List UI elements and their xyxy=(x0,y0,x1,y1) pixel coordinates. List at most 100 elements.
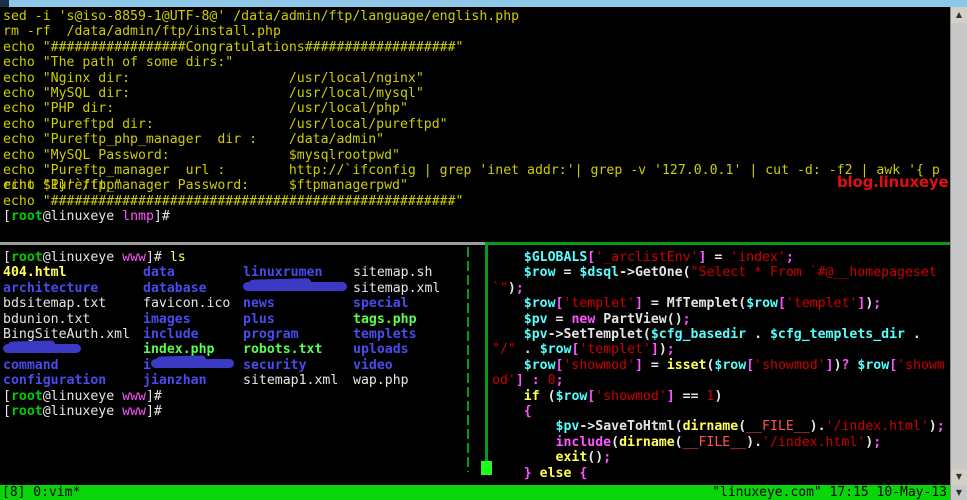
redacted-filename xyxy=(243,281,347,296)
code-bracket: { xyxy=(523,404,532,420)
vim-cursor xyxy=(481,461,492,475)
prompt-close: ]# xyxy=(145,388,162,404)
scroll-down-arrow-icon-corner[interactable]: ▼ xyxy=(950,485,967,500)
file-listing-row: architecture database sitemap.xml xyxy=(3,281,483,296)
redaction-scribble xyxy=(150,359,234,369)
file-name-text: favicon.ico xyxy=(143,296,231,312)
file-listing: 404.html data linuxrumen sitemap.sh architec… xyxy=(3,265,483,388)
file-name: data xyxy=(143,265,175,280)
prompt-host: linuxeye xyxy=(50,209,115,225)
terminal-window: sed -i 's@iso-8859-1@UTF-8@' /data/admin… xyxy=(0,0,967,500)
code-paren: ) xyxy=(507,280,516,296)
code-keyword: dirname xyxy=(682,419,739,435)
file-name-text: plus xyxy=(243,311,275,327)
shell-prompt-www-1: [root@linuxeye www]# ls xyxy=(3,250,483,265)
pane-bottom-left-shell[interactable]: [root@linuxeye www]# ls 404.html data linu… xyxy=(0,250,483,472)
code-function: SetTemplet xyxy=(563,327,643,343)
code-bracket: ] xyxy=(825,357,834,373)
scroll-up-arrow-icon[interactable]: ▲ xyxy=(951,7,967,23)
window-menu-icon[interactable] xyxy=(0,0,9,7)
shell-line: rm -rf /data/admin/ftp/install.php xyxy=(3,24,281,40)
code-function: GetOne xyxy=(634,265,683,281)
code-variable: $cfg_basedir xyxy=(650,327,747,343)
code-operator: ; xyxy=(873,434,882,450)
code-paren: ( xyxy=(738,419,747,435)
prompt-host: linuxeye xyxy=(50,388,115,404)
code-operator: -> xyxy=(579,419,596,435)
scroll-down-arrow-icon[interactable]: ▼ xyxy=(951,469,967,485)
code-keyword: isset xyxy=(666,357,707,373)
code-string: 'showmod' xyxy=(563,357,635,373)
code-keyword: include xyxy=(555,434,612,450)
code-paren: ) xyxy=(746,434,755,450)
code-operator: . xyxy=(817,419,826,435)
prompt-close: ]# xyxy=(145,403,162,419)
prompt-user: root xyxy=(10,250,43,265)
shell-prompt-www-3: [root@linuxeye www]# xyxy=(3,404,483,419)
file-name-text: video xyxy=(353,357,393,373)
prompt-close: ]# xyxy=(153,209,170,225)
code-bracket: ] xyxy=(650,342,659,358)
file-name: include xyxy=(143,327,199,342)
file-listing-row: bdsitemap.txt favicon.ico news special xyxy=(3,296,483,311)
code-bracket: ] xyxy=(634,296,643,312)
code-bracket: [ xyxy=(777,296,786,312)
file-listing-row: 404.html data linuxrumen sitemap.sh xyxy=(3,265,483,280)
tmux-window-list[interactable]: [8] 0:vim* xyxy=(2,485,80,500)
code-paren: ( xyxy=(642,327,651,343)
code-variable: $pv xyxy=(523,311,548,327)
file-name: configuration xyxy=(3,373,106,388)
tmux-status-bar: [8] 0:vim* "linuxeye.com" 17:15 10-May-1… xyxy=(0,485,967,500)
file-name-text: bdunion.txt xyxy=(3,311,91,327)
prompt-bracket: [ xyxy=(3,388,11,404)
file-name: images xyxy=(143,312,191,327)
code-variable: $row xyxy=(746,296,778,312)
file-name: architecture xyxy=(3,281,98,296)
tmux-status-right: "linuxeye.com" 17:15 10-May-13 xyxy=(712,485,947,500)
code-variable: $row xyxy=(714,357,747,373)
prompt-at: @ xyxy=(42,388,51,404)
code-paren: ) xyxy=(595,450,604,466)
vim-code-area[interactable]: $GLOBALS['_arclistEnv'] = 'index'; $row … xyxy=(492,250,950,481)
code-bracket: ] xyxy=(698,250,707,265)
code-string: 'templet' xyxy=(563,296,635,312)
pane-bottom-right-vim[interactable]: $GLOBALS['_arclistEnv'] = 'index'; $row … xyxy=(492,250,950,481)
code-string: '/index.html' xyxy=(762,434,866,450)
file-name: news xyxy=(243,296,275,311)
file-name-text: sitemap1.xml xyxy=(243,373,339,389)
window-scrollbar[interactable]: ▲ ▼ xyxy=(950,7,967,485)
redaction-scribble xyxy=(3,343,81,353)
code-string: 'showmod' xyxy=(754,357,826,373)
pane-divider-vertical[interactable] xyxy=(485,245,488,472)
file-name: favicon.ico xyxy=(143,296,230,311)
file-name-text: security xyxy=(243,357,307,373)
file-name-text: configuration xyxy=(3,373,107,389)
code-paren: ( xyxy=(666,311,675,327)
vim-code-line: $pv = new PartView(); xyxy=(492,312,947,327)
shell-line: echo "PHP dir: /usr/local/php" xyxy=(3,101,408,117)
file-name: sitemap.xml xyxy=(353,281,440,296)
code-keyword: new xyxy=(571,311,596,327)
prompt-user: root xyxy=(10,403,43,419)
file-name: BingSiteAuth.xml xyxy=(3,327,130,342)
code-variable: $GLOBALS xyxy=(523,250,588,265)
pane-top-shell[interactable]: sed -i 's@iso-8859-1@UTF-8@' /data/admin… xyxy=(0,7,950,236)
redacted-filename: i xyxy=(143,358,234,373)
file-name: jianzhan xyxy=(143,373,207,388)
code-variable: $row xyxy=(555,388,588,404)
code-string: 'index' xyxy=(730,250,786,265)
vim-code-line: { xyxy=(492,404,947,419)
file-name-text: tags.php xyxy=(353,311,417,327)
pane-divider-horizontal[interactable] xyxy=(0,242,950,245)
code-operator: . xyxy=(754,327,763,343)
shell-line: echo "#################Congratulations##… xyxy=(3,39,464,55)
code-paren: ) xyxy=(865,434,874,450)
shell-prompt-lnmp: [root@linuxeye lnmp]# xyxy=(3,209,950,224)
file-name-text: images xyxy=(143,311,191,327)
code-constant: __FILE__ xyxy=(682,434,747,450)
code-string: "/" xyxy=(492,342,516,358)
divider-segment-right xyxy=(485,242,950,245)
terminal-screen[interactable]: sed -i 's@iso-8859-1@UTF-8@' /data/admin… xyxy=(0,7,950,485)
code-paren: ( xyxy=(674,419,683,435)
vim-code-line: exit(); xyxy=(492,450,947,465)
